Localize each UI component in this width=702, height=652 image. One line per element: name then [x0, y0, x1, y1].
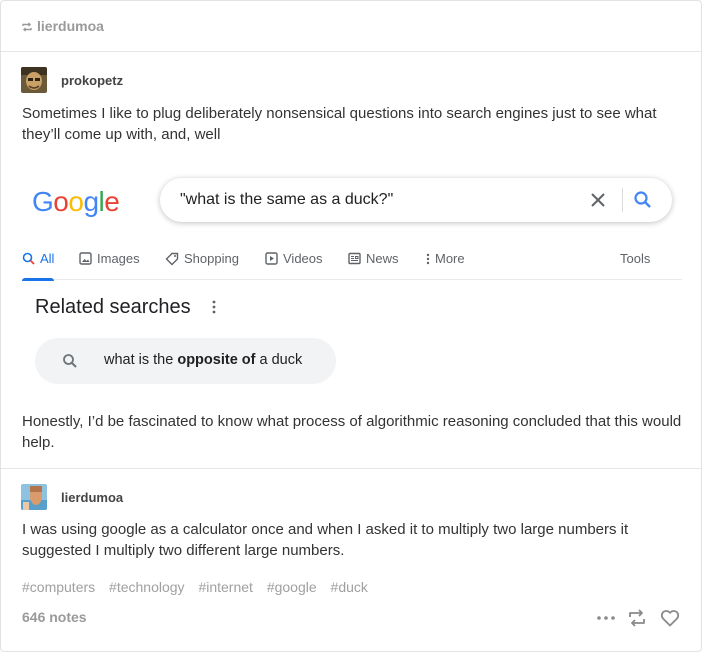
heart-icon[interactable]	[659, 607, 681, 629]
post-text: Honestly, I’d be fascinated to know what…	[22, 413, 682, 451]
avatar[interactable]	[21, 484, 47, 510]
tag-list: #computers #technology #internet #google…	[22, 579, 378, 595]
search-icon	[22, 252, 35, 265]
google-logo: Google	[32, 186, 120, 217]
more-icon[interactable]	[595, 607, 617, 629]
search-icon[interactable]	[633, 190, 653, 210]
play-icon	[265, 252, 278, 265]
close-icon[interactable]	[588, 190, 608, 210]
tab-images[interactable]: Images	[79, 251, 140, 266]
image-icon	[79, 252, 92, 265]
tab-tools[interactable]: Tools	[620, 251, 650, 266]
reblog-icon	[22, 22, 32, 32]
tab-shopping[interactable]: Shopping	[165, 251, 239, 266]
post-text: I was using google as a calculator once …	[22, 521, 629, 559]
more-vertical-icon[interactable]	[212, 300, 216, 314]
tag-icon	[165, 252, 179, 265]
news-icon	[348, 252, 361, 265]
search-icon	[63, 354, 77, 368]
google-tabs: All Images Shopping Videos News More Too…	[22, 244, 682, 281]
tag-link[interactable]: #internet	[198, 579, 252, 595]
notes-count[interactable]: 646 notes	[22, 609, 87, 625]
post-username[interactable]: lierdumoa	[61, 490, 123, 505]
google-screenshot: Google "what is the same as a duck?" All	[22, 164, 687, 396]
reblog-icon[interactable]	[626, 607, 648, 629]
more-vertical-icon	[426, 253, 430, 264]
reblog-username[interactable]: lierdumoa	[37, 18, 104, 34]
avatar[interactable]	[21, 67, 47, 93]
related-search-chip[interactable]: what is the opposite of a duck	[35, 338, 336, 384]
google-search-box[interactable]: "what is the same as a duck?"	[160, 178, 672, 222]
post-card: lierdumoa prokopetz Sometimes I like to …	[0, 0, 702, 652]
tag-link[interactable]: #duck	[331, 579, 368, 595]
tag-link[interactable]: #computers	[22, 579, 95, 595]
reblog-header: lierdumoa	[1, 1, 701, 52]
related-searches-title: Related searches	[35, 296, 191, 318]
search-query[interactable]: "what is the same as a duck?"	[180, 191, 393, 209]
tab-news[interactable]: News	[348, 251, 399, 266]
tab-videos[interactable]: Videos	[265, 251, 323, 266]
tab-all[interactable]: All	[22, 251, 55, 281]
post-divider	[1, 468, 701, 469]
post-username[interactable]: prokopetz	[61, 73, 123, 88]
tag-link[interactable]: #google	[267, 579, 317, 595]
post-text: Sometimes I like to plug deliberately no…	[22, 105, 657, 143]
related-search-text: what is the opposite of a duck	[104, 352, 303, 368]
tab-more[interactable]: More	[426, 251, 465, 266]
search-divider	[622, 188, 623, 212]
tag-link[interactable]: #technology	[109, 579, 185, 595]
